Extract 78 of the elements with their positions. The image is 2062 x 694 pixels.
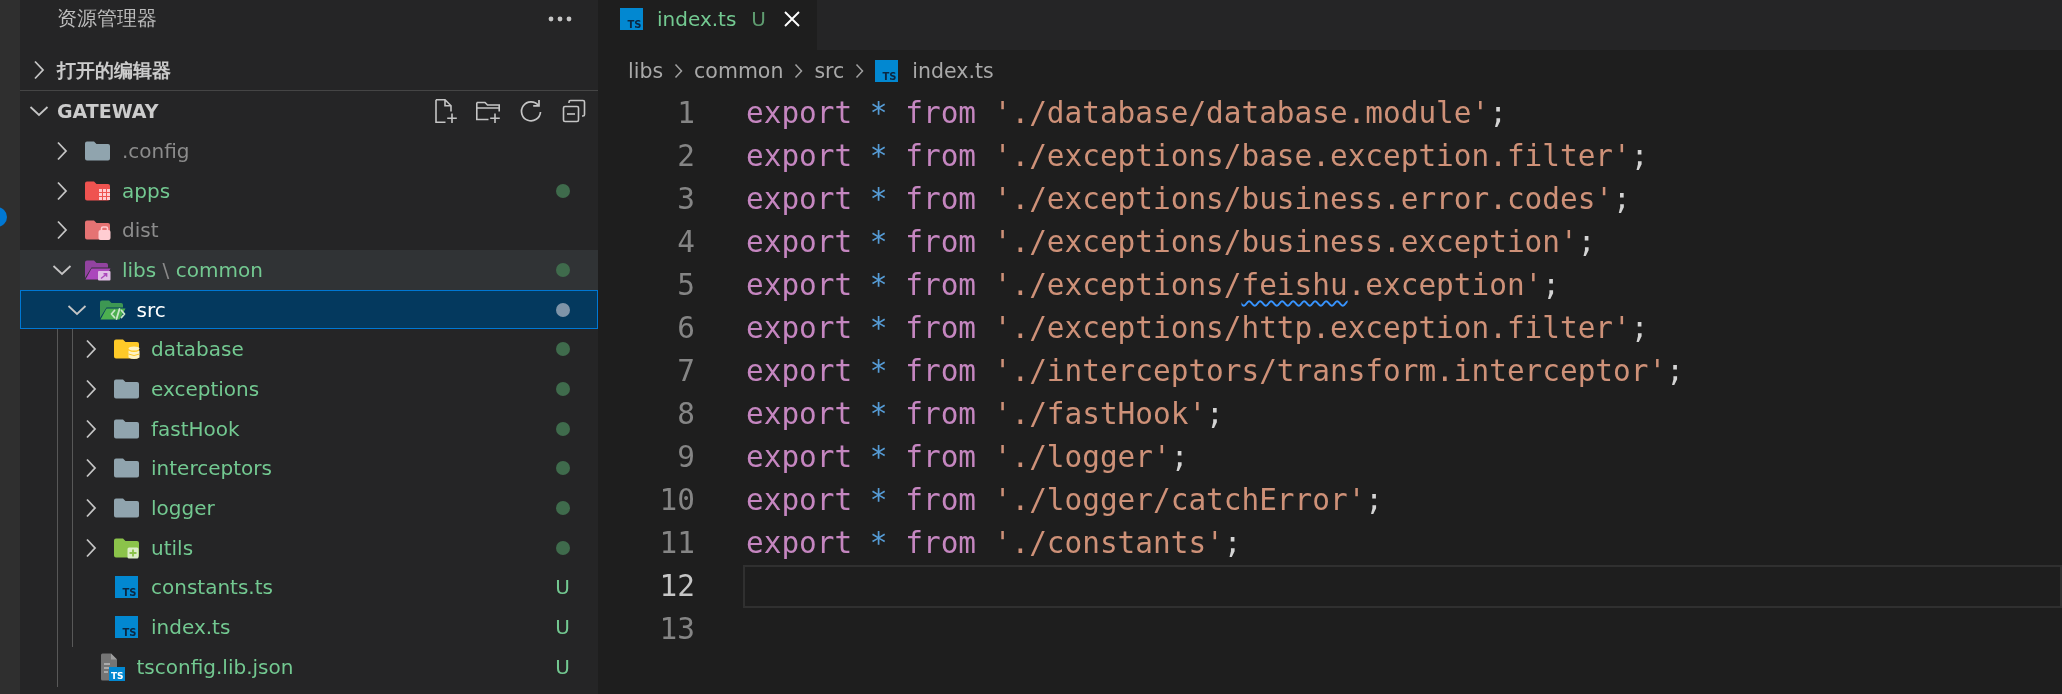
breadcrumb-item[interactable]: common xyxy=(694,55,784,87)
tree-item[interactable]: dist xyxy=(20,210,598,251)
chevron-icon xyxy=(855,63,865,79)
line-number: 7 xyxy=(676,353,695,390)
share-folder-icon xyxy=(84,258,111,281)
tree-item[interactable]: apps xyxy=(20,170,598,211)
tree-item[interactable]: fastHook xyxy=(20,408,598,449)
code-line: export * from './fastHook'; xyxy=(745,396,1225,433)
ts-file-icon: TS xyxy=(115,616,138,639)
code-line: export * from './database/database.module'; xyxy=(745,95,1508,132)
tree-item[interactable]: logger xyxy=(20,488,598,528)
section-header[interactable]: GATEWAY xyxy=(29,91,159,131)
status-dot-icon xyxy=(556,501,570,516)
status-dot-icon xyxy=(556,540,570,555)
tree-item[interactable]: TS index.ts U xyxy=(20,607,598,647)
line-number: 5 xyxy=(676,267,695,304)
tree-item[interactable]: .config xyxy=(20,131,598,171)
code-line: export * from './exceptions/http.exception.filter'; xyxy=(745,310,1650,347)
tree-item[interactable]: TS tsconfig.lib.json U xyxy=(20,646,598,687)
status-dot-icon xyxy=(556,421,570,436)
new-file-icon[interactable] xyxy=(432,98,458,124)
code-line: export * from './exceptions/feishu.exception'; xyxy=(745,267,1561,304)
code-line: export * from './exceptions/business.exception'; xyxy=(745,224,1597,261)
code-line: export * from './logger/catchError'; xyxy=(745,482,1385,519)
line-number: 13 xyxy=(658,611,695,648)
tree-item[interactable]: exceptions xyxy=(20,369,598,409)
bag-folder-icon xyxy=(84,219,111,242)
line-number: 1 xyxy=(676,95,695,132)
chevron-icon xyxy=(794,63,804,79)
breadcrumb-item[interactable]: src xyxy=(814,55,845,87)
ts-file-icon: TS xyxy=(875,60,899,82)
close-icon[interactable] xyxy=(783,10,801,28)
folder-icon xyxy=(113,457,140,480)
plus-folder-icon xyxy=(113,536,140,559)
code-line: export * from './constants'; xyxy=(745,525,1243,562)
code-line: export * from './exceptions/base.exception.filter'; xyxy=(745,138,1650,175)
line-number: 9 xyxy=(676,439,695,476)
refresh-icon[interactable] xyxy=(518,98,544,124)
line-number: 11 xyxy=(658,525,695,562)
chevron-icon xyxy=(674,63,684,79)
status-dot-icon xyxy=(556,262,570,277)
ts-file-icon: TS xyxy=(620,8,643,30)
ts-file-icon: TS xyxy=(115,576,138,599)
editor-tab[interactable]: TS index.ts U xyxy=(598,0,817,50)
breadcrumb-item[interactable]: TS index.ts xyxy=(875,55,994,87)
code-line: export * from './logger'; xyxy=(745,439,1190,476)
more-icon[interactable] xyxy=(548,16,572,22)
folder-icon xyxy=(84,139,111,162)
code-line: export * from './interceptors/transform.interceptor'; xyxy=(745,353,1685,390)
panel-title: 资源管理器 xyxy=(57,5,157,32)
database-folder-icon xyxy=(113,338,140,361)
status-dot-icon xyxy=(556,342,570,357)
breadcrumb-item[interactable]: libs xyxy=(628,55,664,87)
code-folder-icon xyxy=(98,298,126,321)
tree-item[interactable]: libs \ common xyxy=(20,250,598,290)
line-number: 10 xyxy=(658,482,695,519)
collapse-all-icon[interactable] xyxy=(561,98,587,124)
folder-icon xyxy=(113,417,140,440)
line-number: 8 xyxy=(676,396,695,433)
code-line: export * from './exceptions/business.error.codes'; xyxy=(745,181,1632,218)
line-number: 3 xyxy=(676,181,695,218)
status-dot-icon xyxy=(556,302,570,317)
line-number: 2 xyxy=(676,138,695,175)
line-number: 6 xyxy=(676,310,695,347)
status-dot-icon xyxy=(556,461,570,476)
tree-item[interactable]: TS constants.ts U xyxy=(20,567,598,608)
tree-item[interactable]: src xyxy=(20,289,598,330)
line-number: 12 xyxy=(658,568,695,605)
status-dot-icon xyxy=(556,183,570,198)
line-number: 4 xyxy=(676,224,695,261)
tree-item[interactable]: database xyxy=(20,329,598,370)
tree-item[interactable]: utils xyxy=(20,527,598,568)
tree-item[interactable]: interceptors xyxy=(20,448,598,489)
folder-icon xyxy=(113,497,140,520)
folder-icon xyxy=(113,377,140,400)
section-header[interactable]: 打开的编辑器 xyxy=(29,50,171,90)
grid-folder-icon xyxy=(84,179,111,202)
status-dot-icon xyxy=(556,381,570,396)
